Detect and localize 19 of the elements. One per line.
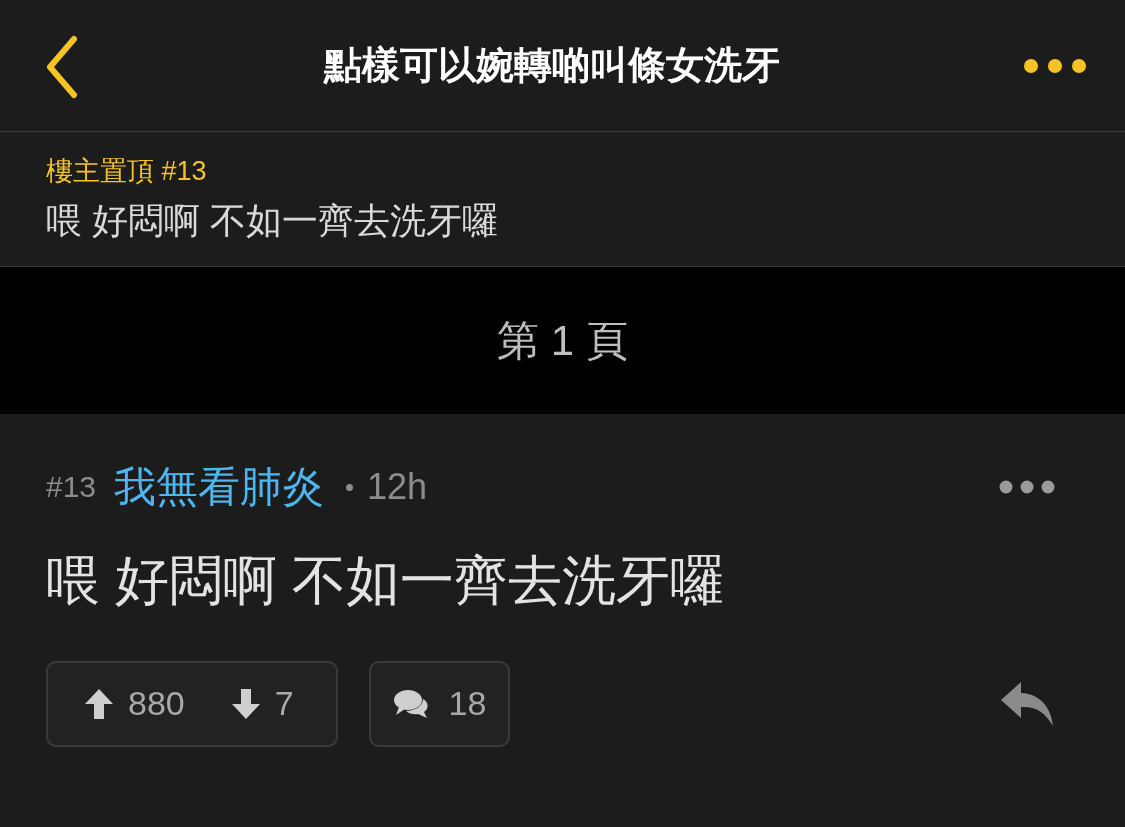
thread-title: 點樣可以婉轉啲叫條女洗牙 — [323, 43, 780, 88]
comments-button[interactable]: 18 — [369, 660, 510, 747]
pinned-label: 樓主置頂 #13 — [46, 154, 208, 188]
post-number: #13 — [46, 470, 97, 504]
author-name[interactable]: 我無看肺炎 — [114, 459, 325, 515]
post-time: 12h — [367, 466, 428, 508]
page-label: 第 1 頁 — [497, 315, 628, 366]
more-icon[interactable] — [1023, 57, 1087, 74]
speech-bubbles-icon — [392, 688, 429, 719]
upvote-button[interactable]: 880 — [84, 684, 185, 724]
down-arrow-icon — [230, 687, 261, 720]
downvote-button[interactable]: 7 — [230, 684, 294, 724]
post-body: 喂 好悶啊 不如一齊去洗牙囉 — [46, 549, 725, 612]
reply-icon[interactable] — [999, 679, 1055, 728]
pinned-text: 喂 好悶啊 不如一齊去洗牙囉 — [46, 198, 499, 243]
back-icon[interactable] — [44, 34, 80, 99]
separator-dot — [346, 483, 354, 491]
more-icon[interactable] — [999, 480, 1055, 494]
up-arrow-icon — [84, 687, 114, 720]
